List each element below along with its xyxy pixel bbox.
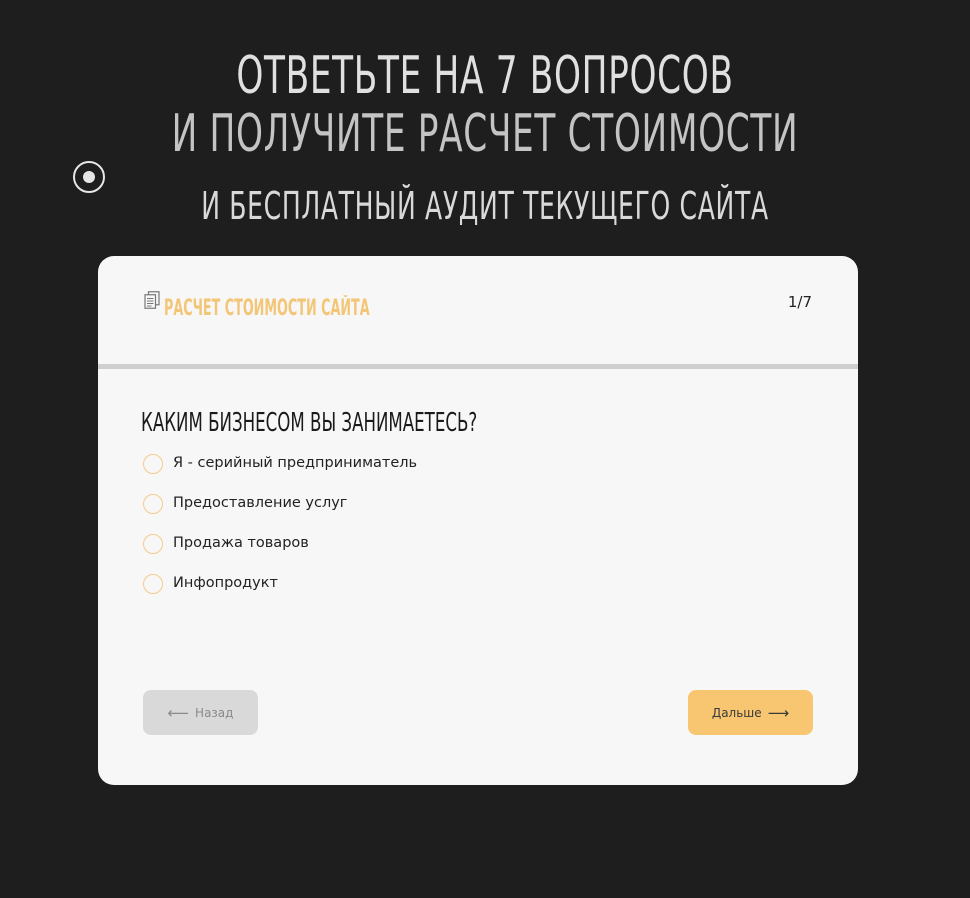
arrow-left-icon: ⟵	[167, 703, 190, 722]
radio-button[interactable]	[143, 494, 163, 514]
radio-indicator-icon	[73, 161, 105, 193]
radio-button[interactable]	[143, 574, 163, 594]
hero-title-line-2: и получите расчет стоимости	[171, 104, 799, 164]
answer-option-label: Инфопродукт	[173, 575, 278, 591]
hero-subtitle: и бесплатный аудит текущего сайта	[201, 184, 769, 228]
radio-indicator-dot	[83, 171, 95, 183]
radio-button[interactable]	[143, 454, 163, 474]
back-button[interactable]: ⟵ Назад	[143, 690, 258, 735]
quiz-header: Расчет стоимости сайта 1/7	[98, 256, 858, 365]
question-text: Каким бизнесом вы занимаетесь?	[141, 408, 478, 438]
answer-option-services[interactable]: Предоставление услуг	[143, 492, 417, 532]
answer-option-goods[interactable]: Продажа товаров	[143, 532, 417, 572]
answer-option-infoproduct[interactable]: Инфопродукт	[143, 572, 417, 612]
quiz-title: Расчет стоимости сайта	[164, 296, 370, 321]
hero-title-line-1: Ответьте на 7 вопросов	[236, 46, 734, 106]
answer-options: Я - серийный предприниматель Предоставле…	[143, 452, 417, 612]
header-divider	[98, 364, 858, 369]
back-button-label: Назад	[195, 705, 234, 720]
step-counter: 1/7	[787, 293, 812, 311]
document-icon	[144, 291, 160, 309]
quiz-card: Расчет стоимости сайта 1/7 Каким бизнесо…	[98, 256, 858, 785]
arrow-right-icon: ⟶	[767, 703, 790, 722]
answer-option-label: Я - серийный предприниматель	[173, 455, 418, 471]
answer-option-label: Продажа товаров	[173, 535, 309, 551]
radio-button[interactable]	[143, 534, 163, 554]
next-button-label: Дальше	[711, 705, 762, 720]
next-button[interactable]: Дальше ⟶	[688, 690, 813, 735]
answer-option-label: Предоставление услуг	[173, 495, 348, 511]
answer-option-serial-entrepreneur[interactable]: Я - серийный предприниматель	[143, 452, 417, 492]
